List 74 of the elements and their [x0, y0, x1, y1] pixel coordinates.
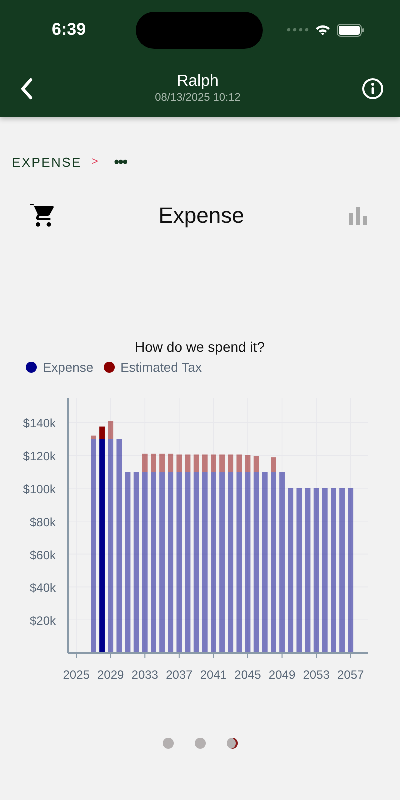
x-axis-label: 2029 — [98, 668, 124, 682]
bar[interactable] — [125, 472, 131, 653]
bar[interactable] — [160, 454, 165, 472]
y-axis-label: $60k — [30, 548, 56, 562]
y-axis-label: $120k — [23, 450, 56, 464]
bar[interactable] — [228, 454, 234, 472]
x-axis-label: 2033 — [132, 668, 158, 682]
y-axis-label: $40k — [30, 581, 56, 596]
bar[interactable] — [262, 472, 268, 653]
page-dot[interactable] — [226, 738, 238, 749]
y-axis-label: $20k — [30, 614, 56, 628]
bar[interactable] — [168, 472, 174, 653]
cart-icon — [29, 203, 55, 229]
battery-icon — [337, 24, 365, 36]
chart-title: How do we spend it? — [134, 339, 266, 355]
legend-label: Estimated Tax — [120, 360, 202, 375]
bar[interactable] — [142, 472, 148, 653]
status-time: 6:39 — [52, 20, 88, 40]
bar[interactable] — [185, 472, 191, 653]
back-button[interactable] — [20, 78, 34, 100]
bar[interactable] — [202, 454, 208, 472]
bar[interactable] — [228, 472, 234, 653]
x-axis-label: 2041 — [200, 668, 228, 682]
bar[interactable] — [202, 472, 208, 653]
page-title: Expense — [158, 203, 244, 229]
y-axis-label: $140k — [23, 416, 56, 431]
x-axis-label: 2053 — [303, 668, 330, 682]
wifi-icon — [315, 24, 331, 36]
bar[interactable] — [100, 426, 105, 440]
page-dot[interactable] — [194, 738, 206, 749]
x-axis-label: 2037 — [166, 668, 193, 682]
bar[interactable] — [116, 439, 122, 653]
bar[interactable] — [245, 472, 251, 653]
nav-title: Ralph — [177, 73, 219, 91]
breadcrumb-separator: > — [92, 156, 98, 168]
signal-icon — [287, 28, 309, 32]
x-axis-label: 2045 — [234, 668, 262, 682]
bar[interactable] — [91, 436, 96, 440]
bar[interactable] — [108, 421, 114, 440]
x-axis-label: 2025 — [63, 668, 90, 682]
bar[interactable] — [220, 454, 225, 472]
bar[interactable] — [296, 488, 302, 653]
bar[interactable] — [176, 472, 182, 653]
info-button[interactable] — [362, 78, 384, 100]
bar-chart-button[interactable] — [348, 207, 368, 225]
x-axis-label: 2057 — [338, 668, 364, 682]
bar[interactable] — [194, 454, 200, 472]
nav-subtitle: 08/13/2025 10:12 — [155, 92, 241, 104]
bar[interactable] — [151, 454, 156, 472]
x-axis-label: 2049 — [268, 668, 296, 682]
bar[interactable] — [305, 488, 311, 653]
bar[interactable] — [314, 488, 320, 653]
legend-label: Expense — [43, 360, 94, 375]
bar[interactable] — [185, 454, 191, 472]
bar[interactable] — [322, 488, 328, 653]
breadcrumb-link[interactable]: EXPENSE — [12, 154, 82, 170]
y-axis-label: $80k — [30, 515, 56, 530]
y-axis-label: $100k — [23, 482, 56, 496]
bar[interactable] — [142, 454, 148, 472]
bar[interactable] — [236, 472, 242, 653]
bar[interactable] — [245, 455, 251, 472]
page-dot[interactable] — [162, 738, 174, 749]
bar[interactable] — [168, 454, 174, 472]
bar[interactable] — [348, 488, 354, 653]
bar[interactable] — [254, 472, 260, 653]
bar[interactable] — [288, 488, 294, 653]
bar[interactable] — [176, 454, 182, 472]
bar[interactable] — [134, 472, 140, 653]
bar[interactable] — [254, 456, 260, 472]
bar[interactable] — [211, 454, 216, 472]
bar[interactable] — [194, 472, 200, 653]
bar[interactable] — [108, 439, 114, 653]
bar[interactable] — [236, 454, 242, 472]
more-button[interactable]: ••• — [114, 154, 128, 170]
